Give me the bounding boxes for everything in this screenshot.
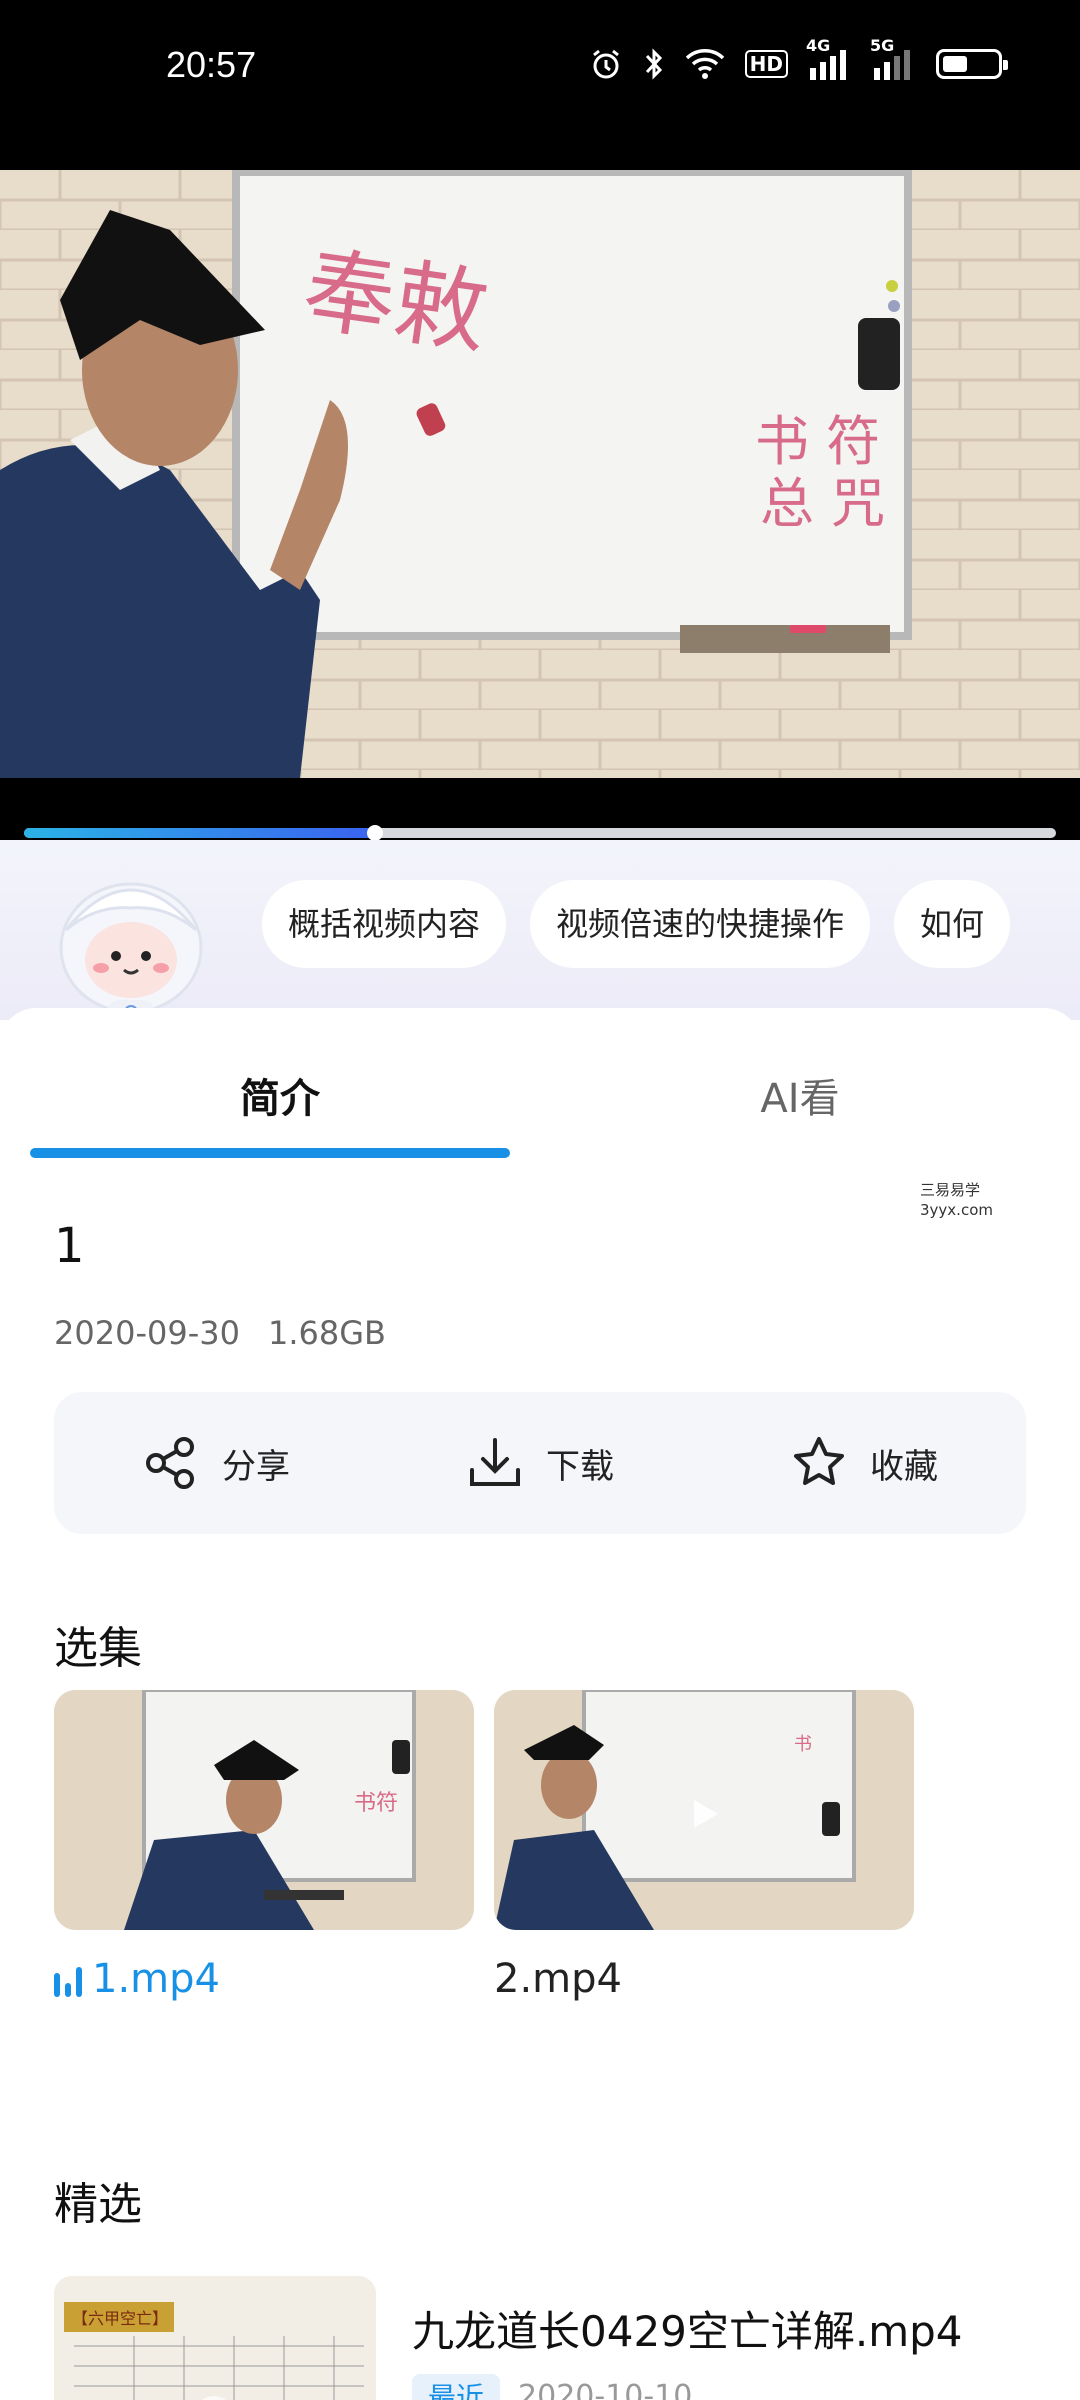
suggestion-chips: 概括视频内容 视频倍速的快捷操作 如何 [262, 880, 1042, 972]
featured-thumb-label: 【六甲空亡】 [72, 2309, 168, 2328]
ai-assistant-bar: 概括视频内容 视频倍速的快捷操作 如何 [0, 840, 1080, 1020]
suggestion-chip-speed[interactable]: 视频倍速的快捷操作 [530, 880, 871, 968]
video-title: 1 [54, 1218, 85, 1274]
suggestion-chip-summarize[interactable]: 概括视频内容 [262, 880, 507, 968]
download-label: 下载 [546, 1446, 614, 1487]
board-text-right-1: 书 符 [755, 410, 880, 473]
bluetooth-icon [643, 47, 665, 81]
tab-underline [30, 1148, 510, 1158]
svg-text:书符: 书符 [354, 1791, 398, 1816]
tab-intro[interactable]: 简介 [30, 1066, 530, 1124]
episode-list: 书符 1.mp4 书 2.mp4 [54, 1690, 914, 2002]
status-bar: 20:57 HD 4G 5G [0, 0, 1080, 170]
status-time: 20:57 [166, 44, 257, 85]
tab-bar: 简介 AI看 [30, 1036, 1050, 1158]
recent-badge: 最近 [412, 2374, 501, 2400]
watermark: 三易易学 3yyx.com [920, 1180, 993, 1220]
video-meta: 2020-09-30 1.68GB [54, 1314, 386, 1352]
wifi-icon [685, 48, 725, 80]
episode-label: 2.mp4 [494, 1956, 914, 2002]
watermark-line2: 3yyx.com [920, 1201, 993, 1219]
share-label: 分享 [222, 1446, 290, 1487]
episode-item[interactable]: 书 2.mp4 [494, 1690, 914, 2002]
progress-knob[interactable] [366, 825, 383, 841]
star-icon [794, 1437, 844, 1485]
alarm-icon [589, 47, 623, 81]
action-bar: 分享 下载 收藏 [54, 1392, 1026, 1534]
featured-thumbnail[interactable]: 【六甲空亡】 [54, 2276, 376, 2400]
svg-text:书: 书 [794, 1734, 812, 1755]
featured-meta: 最近 2020-10-10 [412, 2374, 692, 2400]
featured-item[interactable]: 【六甲空亡】 九龙道长0429空亡详解.mp4 最近 2020-10-10 [54, 2276, 1034, 2400]
download-icon [470, 1438, 520, 1486]
battery-icon [936, 49, 1008, 79]
signal-4g-icon: 4G [806, 36, 852, 82]
episodes-heading: 选集 [54, 1623, 142, 1674]
favorite-button[interactable]: 收藏 [790, 1434, 938, 1492]
share-button[interactable]: 分享 [142, 1434, 290, 1492]
episode-item[interactable]: 书符 1.mp4 [54, 1690, 474, 2002]
episode-thumbnail[interactable]: 书符 [54, 1690, 474, 1930]
board-text-right-2: 总 咒 [760, 472, 885, 535]
hd-icon: HD [744, 50, 788, 78]
share-icon [146, 1437, 194, 1489]
video-player[interactable]: 奉敕 书 符 总 咒 [0, 170, 1080, 778]
download-button[interactable]: 下载 [466, 1434, 614, 1492]
episode-label-current: 1.mp4 [54, 1956, 474, 2002]
assistant-mascot-icon[interactable] [46, 860, 216, 1020]
progress-fill [24, 828, 375, 838]
featured-date: 2020-10-10 [518, 2378, 693, 2400]
tab-ai-watch[interactable]: AI看 [550, 1066, 1050, 1124]
playing-bars-icon [54, 1961, 82, 1997]
featured-title: 九龙道长0429空亡详解.mp4 [412, 2307, 963, 2356]
video-progress-bar[interactable] [24, 825, 1056, 841]
suggestion-chip-more[interactable]: 如何 [894, 880, 1011, 968]
video-frame: 奉敕 书 符 总 咒 [0, 170, 1080, 778]
video-size: 1.68GB [267, 1314, 386, 1352]
featured-heading: 精选 [54, 2179, 142, 2230]
episode-title: 1.mp4 [92, 1956, 220, 2002]
episode-title: 2.mp4 [494, 1956, 622, 2002]
favorite-label: 收藏 [870, 1446, 938, 1487]
video-date: 2020-09-30 [54, 1314, 240, 1352]
watermark-line1: 三易易学 [920, 1181, 981, 1199]
signal-5g-icon: 5G [870, 36, 916, 82]
status-icons: HD 4G 5G [589, 36, 1008, 82]
episode-thumbnail[interactable]: 书 [494, 1690, 914, 1930]
